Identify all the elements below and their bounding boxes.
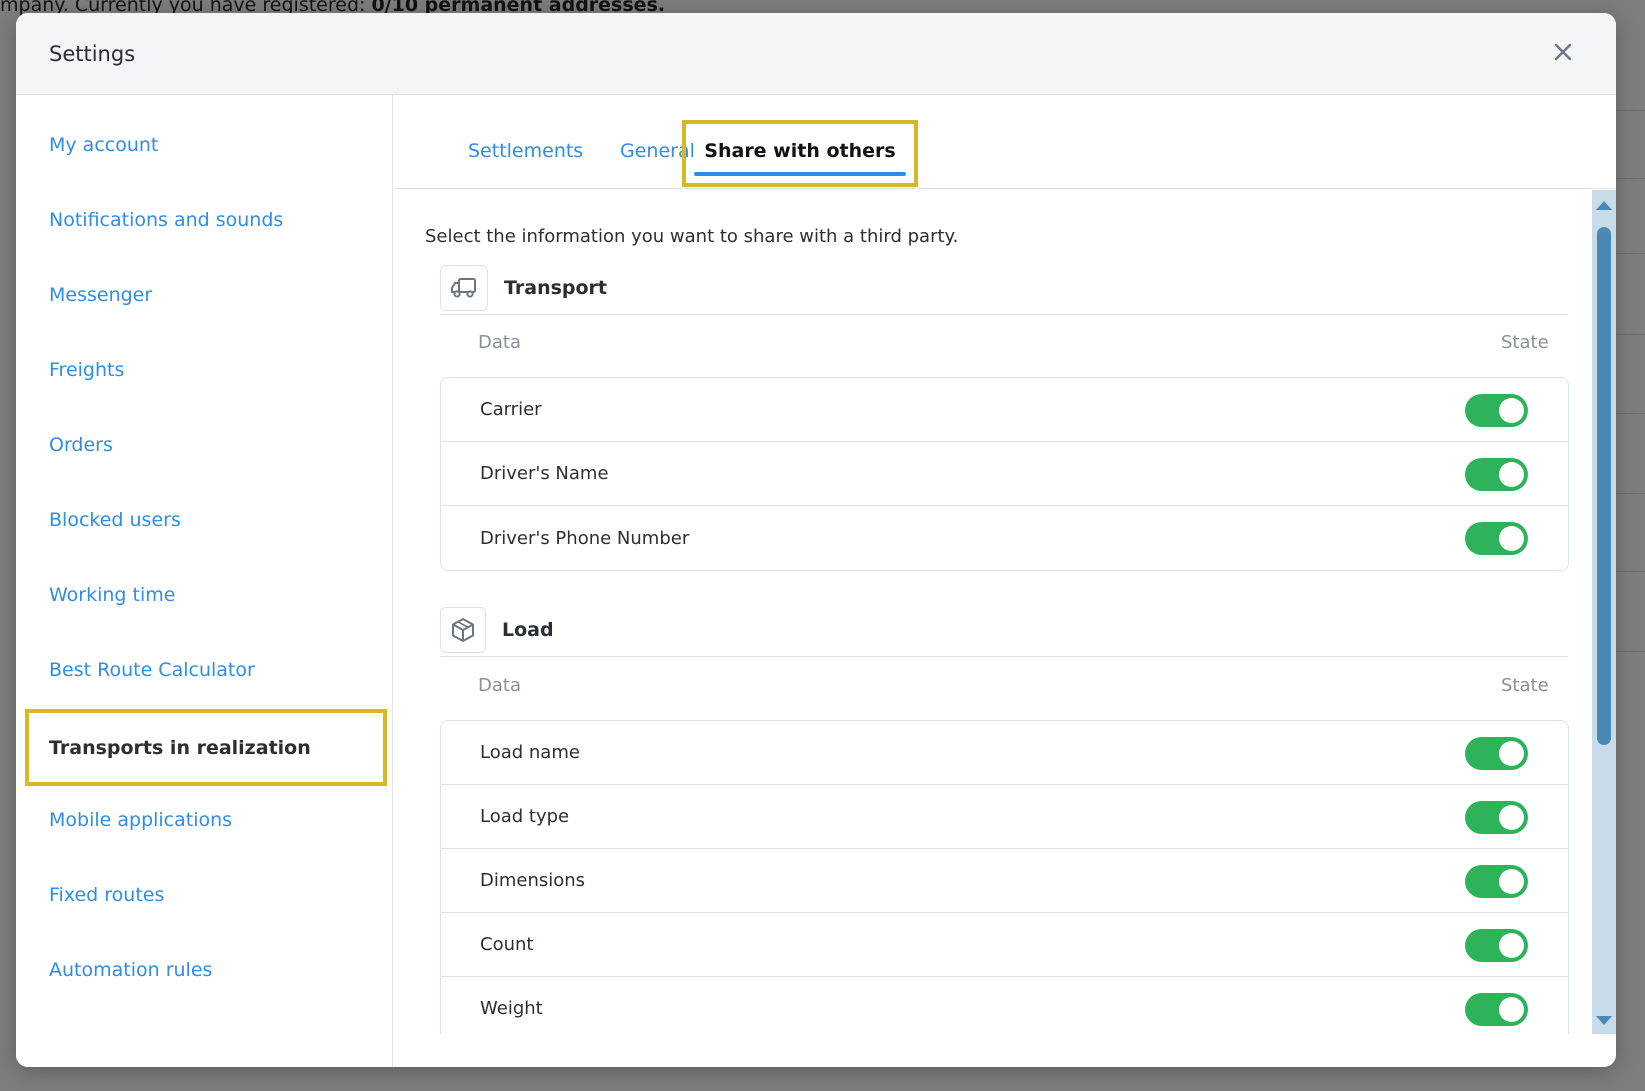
column-header-state: State [1501,675,1549,696]
scrollbar-thumb[interactable] [1597,227,1611,745]
sidebar-item-my-account[interactable]: My account [49,134,158,156]
sidebar-item-best-route-calculator[interactable]: Best Route Calculator [49,659,255,681]
sidebar-item-automation-rules[interactable]: Automation rules [49,959,212,981]
load-type-toggle[interactable] [1465,801,1528,834]
section-header-transport: Transport [440,265,1568,315]
settings-main: Settlements General Share with others Se… [394,95,1616,1067]
sidebar-item-freights[interactable]: Freights [49,359,124,381]
toggle-knob [1499,997,1524,1022]
share-settings-content: Select the information you want to share… [394,190,1616,1034]
toggle-knob [1499,933,1524,958]
sidebar-item-notifications[interactable]: Notifications and sounds [49,209,283,231]
load-data-card: Load name Load type Dimensions Count Wei… [440,720,1569,1034]
toggle-knob [1499,869,1524,894]
load-name-toggle[interactable] [1465,737,1528,770]
vertical-scrollbar[interactable] [1592,190,1616,1034]
column-header-data: Data [478,675,521,696]
list-item: Driver's Name [441,442,1568,506]
transport-data-card: Carrier Driver's Name Driver's Phone Num… [440,377,1569,571]
active-tab-underline [694,172,906,176]
row-label: Weight [480,998,543,1019]
sidebar-item-label: Transports in realization [49,736,311,759]
row-label: Load name [480,742,580,763]
list-item: Load type [441,785,1568,849]
list-item: Count [441,913,1568,977]
row-label: Count [480,934,534,955]
section-header-load: Load [440,607,1568,657]
modal-title: Settings [49,42,136,66]
toggle-knob [1499,526,1524,551]
dimensions-toggle[interactable] [1465,865,1528,898]
list-item: Carrier [441,378,1568,442]
carrier-toggle[interactable] [1465,394,1528,427]
sidebar-item-working-time[interactable]: Working time [49,584,175,606]
tab-label: Share with others [704,140,896,162]
toggle-knob [1499,805,1524,830]
drivers-phone-toggle[interactable] [1465,522,1528,555]
row-label: Driver's Name [480,463,609,484]
close-icon [1554,43,1572,61]
truck-icon [440,265,488,311]
sidebar-item-mobile-applications[interactable]: Mobile applications [49,809,232,831]
sidebar-item-transports-in-realization[interactable]: Transports in realization [25,709,387,786]
drivers-name-toggle[interactable] [1465,458,1528,491]
scroll-up-arrow-icon[interactable] [1595,198,1613,212]
tab-bar: Settlements General Share with others [394,95,1616,189]
count-toggle[interactable] [1465,929,1528,962]
toggle-knob [1499,398,1524,423]
list-item: Dimensions [441,849,1568,913]
sidebar-item-messenger[interactable]: Messenger [49,284,152,306]
list-item: Load name [441,721,1568,785]
row-label: Driver's Phone Number [480,527,690,549]
weight-toggle[interactable] [1465,993,1528,1026]
column-header-data: Data [478,332,521,353]
sidebar-item-orders[interactable]: Orders [49,434,113,456]
column-header-state: State [1501,332,1549,353]
toggle-knob [1499,462,1524,487]
row-label: Carrier [480,399,542,420]
close-button[interactable] [1548,37,1578,67]
section-title: Load [502,619,554,641]
list-item: Weight [441,977,1568,1034]
row-label: Dimensions [480,870,586,891]
settings-sidebar: My account Notifications and sounds Mess… [16,95,393,1067]
sidebar-item-blocked-users[interactable]: Blocked users [49,509,181,531]
box-icon [440,607,486,653]
section-title: Transport [504,277,608,299]
row-label: Load type [480,806,570,827]
intro-text: Select the information you want to share… [425,226,959,247]
tab-share-with-others[interactable]: Share with others [682,120,918,187]
settings-modal: Settings My account Notifications and so… [16,13,1616,1067]
toggle-knob [1499,741,1524,766]
sidebar-item-fixed-routes[interactable]: Fixed routes [49,884,164,906]
tab-settlements[interactable]: Settlements [468,140,583,162]
scroll-down-arrow-icon[interactable] [1595,1014,1613,1028]
list-item: Driver's Phone Number [441,506,1568,570]
modal-header: Settings [16,13,1616,95]
